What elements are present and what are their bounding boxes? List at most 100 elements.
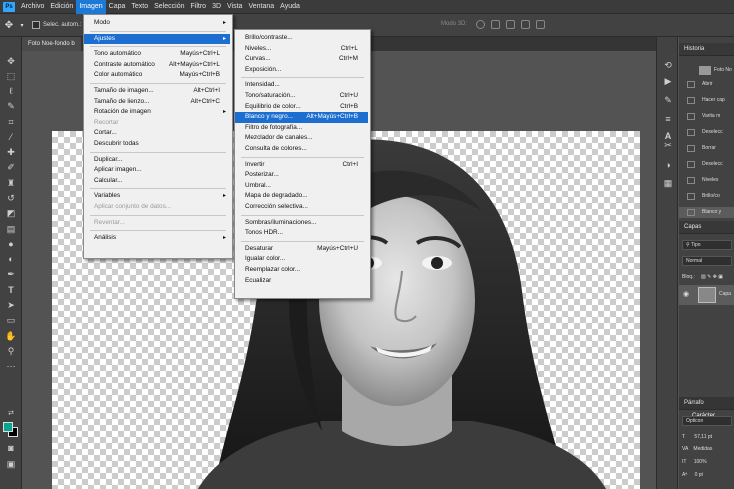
crop-tool-icon[interactable]: ⌗ bbox=[3, 116, 19, 129]
menu-item-curvas[interactable]: Curvas... Ctrl+M bbox=[235, 54, 368, 65]
eye-icon[interactable]: ◉ bbox=[683, 290, 689, 298]
menu-imagen[interactable]: Imagen bbox=[76, 0, 106, 14]
baseline-row[interactable]: Aª 0 pt bbox=[682, 471, 703, 480]
menu-item-equilibrio-de-color[interactable]: Equilibrio de color... Ctrl+B bbox=[235, 102, 368, 113]
menu-item-consulta-de-colores[interactable]: Consulta de colores... bbox=[235, 144, 368, 155]
history-item[interactable]: Abrir bbox=[679, 79, 734, 90]
menu-item-desaturar[interactable]: Desaturar Mayús+Ctrl+U bbox=[235, 244, 368, 255]
layer-filter-dropdown[interactable]: ⚲ Tipo bbox=[682, 240, 732, 250]
menu-archivo[interactable]: Archivo bbox=[18, 0, 47, 14]
gradient-tool-icon[interactable]: ▤ bbox=[3, 223, 19, 236]
font-family-field[interactable]: Opticon bbox=[682, 416, 732, 426]
marquee-tool-icon[interactable]: ⬚ bbox=[3, 70, 19, 83]
blur-tool-icon[interactable]: ● bbox=[3, 238, 19, 251]
styles-panel-icon[interactable]: ▦ bbox=[662, 177, 674, 189]
layer-row[interactable]: ◉ Capa bbox=[679, 285, 734, 305]
lock-icons[interactable]: ▨ ✎ ✥ ▣ bbox=[701, 273, 723, 282]
history-panel-icon[interactable]: ⟲ bbox=[662, 59, 674, 71]
more-tools-icon[interactable]: ⋯ bbox=[3, 360, 19, 373]
quick-mask-icon[interactable]: ◙ bbox=[3, 442, 19, 455]
lasso-tool-icon[interactable]: ℓ bbox=[3, 85, 19, 98]
menu-item-ecualizar[interactable]: Ecualizar bbox=[235, 276, 368, 287]
swap-colors-icon[interactable]: ⇄ bbox=[3, 407, 19, 420]
clone-source-panel-icon[interactable]: ✂ bbox=[662, 139, 674, 151]
menu-item-modo[interactable]: Modo ▸ bbox=[84, 18, 230, 29]
history-item[interactable]: Borrar bbox=[679, 143, 734, 154]
3d-scale-icon[interactable] bbox=[536, 20, 545, 29]
menu-item-aplicar-imagen[interactable]: Aplicar imagen... bbox=[84, 165, 230, 176]
menu-item-invertir[interactable]: Invertir Ctrl+I bbox=[235, 160, 368, 171]
tab-paragraph[interactable]: Párrafo bbox=[684, 400, 704, 406]
menu-item-umbral[interactable]: Umbral... bbox=[235, 181, 368, 192]
menu-item-brillo-contraste[interactable]: Brillo/contraste... bbox=[235, 33, 368, 44]
3d-slide-icon[interactable] bbox=[521, 20, 530, 29]
menu-item-tono-saturacion[interactable]: Tono/saturación... Ctrl+U bbox=[235, 91, 368, 102]
hand-tool-icon[interactable]: ✋ bbox=[3, 330, 19, 343]
foreground-color-swatch[interactable] bbox=[3, 422, 13, 432]
history-item[interactable]: Hacer cap bbox=[679, 95, 734, 106]
menu-item-duplicar[interactable]: Duplicar... bbox=[84, 155, 230, 166]
menu-filtro[interactable]: Filtro bbox=[188, 0, 210, 14]
menu-item-mapa-de-degradado[interactable]: Mapa de degradado... bbox=[235, 191, 368, 202]
menu-item-filtro-de-fotografia[interactable]: Filtro de fotografía... bbox=[235, 123, 368, 134]
menu-item-exposicion[interactable]: Exposición... bbox=[235, 65, 368, 76]
healing-brush-tool-icon[interactable]: ✚ bbox=[3, 146, 19, 159]
menu-seleccion[interactable]: Selección bbox=[151, 0, 187, 14]
menu-item-sombras-iluminaciones[interactable]: Sombras/iluminaciones... bbox=[235, 218, 368, 229]
move-tool-icon[interactable]: ✥ bbox=[3, 55, 19, 68]
menu-item-tonos-hdr[interactable]: Tonos HDR... bbox=[235, 228, 368, 239]
menu-texto[interactable]: Texto bbox=[128, 0, 151, 14]
menu-item-reemplazar-color[interactable]: Reemplazar color... bbox=[235, 265, 368, 276]
eyedropper-tool-icon[interactable]: ⁄ bbox=[3, 131, 19, 144]
menu-item-intensidad[interactable]: Intensidad... bbox=[235, 80, 368, 91]
path-selection-tool-icon[interactable]: ➤ bbox=[3, 299, 19, 312]
rectangle-tool-icon[interactable]: ▭ bbox=[3, 314, 19, 327]
history-snapshot[interactable]: Foto No bbox=[679, 65, 734, 76]
blend-mode-dropdown[interactable]: Normal bbox=[682, 256, 732, 266]
menu-3d[interactable]: 3D bbox=[209, 0, 224, 14]
history-item[interactable]: Deselecc bbox=[679, 159, 734, 170]
menu-item-blanco-y-negro[interactable]: Blanco y negro... Alt+Mayús+Ctrl+B bbox=[235, 112, 368, 123]
menu-item-analisis[interactable]: Análisis ▸ bbox=[84, 233, 230, 244]
menu-item-ajustes[interactable]: Ajustes ▸ bbox=[84, 33, 230, 45]
history-item[interactable]: Brillo/co bbox=[679, 191, 734, 202]
menu-item-igualar-color[interactable]: Igualar color... bbox=[235, 254, 368, 265]
brushes-panel-icon[interactable]: ✎ bbox=[662, 94, 674, 106]
brush-tool-icon[interactable]: ✐ bbox=[3, 161, 19, 174]
menu-item-mezclador-de-canales[interactable]: Mezclador de canales... bbox=[235, 133, 368, 144]
move-tool-icon[interactable]: ✥ bbox=[0, 20, 18, 31]
menu-ayuda[interactable]: Ayuda bbox=[277, 0, 303, 14]
3d-orbit-icon[interactable] bbox=[476, 20, 485, 29]
tool-preset-chevron-icon[interactable]: ▾ bbox=[18, 22, 26, 29]
3d-pan-icon[interactable] bbox=[506, 20, 515, 29]
pen-tool-icon[interactable]: ✒ bbox=[3, 268, 19, 281]
menu-item-variables[interactable]: Variables ▸ bbox=[84, 191, 230, 202]
history-item[interactable]: Blanco y bbox=[679, 207, 734, 218]
history-item[interactable]: Varita m bbox=[679, 111, 734, 122]
history-item[interactable]: Deselecc bbox=[679, 127, 734, 138]
font-size-row[interactable]: T 57,11 pt bbox=[682, 433, 712, 442]
screen-mode-icon[interactable]: ▣ bbox=[3, 458, 19, 471]
actions-panel-icon[interactable]: ▶ bbox=[662, 75, 674, 87]
menu-capa[interactable]: Capa bbox=[106, 0, 129, 14]
layers-panel-header[interactable]: Capas bbox=[679, 221, 734, 234]
menu-item-color-automatico[interactable]: Color automático Mayús+Ctrl+B bbox=[84, 70, 230, 81]
eraser-tool-icon[interactable]: ◩ bbox=[3, 207, 19, 220]
menu-item-tono-automatico[interactable]: Tono automático Mayús+Ctrl+L bbox=[84, 49, 230, 60]
menu-item-correccion-selectiva[interactable]: Corrección selectiva... bbox=[235, 202, 368, 213]
menu-item-rotacion-de-imagen[interactable]: Rotación de imagen ▸ bbox=[84, 107, 230, 118]
3d-roll-icon[interactable] bbox=[491, 20, 500, 29]
menu-item-cortar[interactable]: Cortar... bbox=[84, 128, 230, 139]
dodge-tool-icon[interactable]: ◐ bbox=[3, 253, 19, 266]
type-tool-icon[interactable]: T bbox=[3, 284, 19, 297]
menu-item-tamano-de-lienzo[interactable]: Tamaño de lienzo... Alt+Ctrl+C bbox=[84, 97, 230, 108]
zoom-tool-icon[interactable]: ⚲ bbox=[3, 345, 19, 358]
kerning-row[interactable]: VA Medidas bbox=[682, 445, 712, 454]
auto-select-checkbox[interactable] bbox=[32, 21, 40, 29]
menu-ventana[interactable]: Ventana bbox=[245, 0, 277, 14]
menu-item-calcular[interactable]: Calcular... bbox=[84, 176, 230, 187]
clone-stamp-tool-icon[interactable]: ♜ bbox=[3, 177, 19, 190]
scale-row[interactable]: IT 100% bbox=[682, 458, 707, 467]
properties-panel-icon[interactable]: ≡ bbox=[662, 113, 674, 125]
document-tab[interactable]: Foto Noe-fondo b bbox=[22, 37, 81, 51]
